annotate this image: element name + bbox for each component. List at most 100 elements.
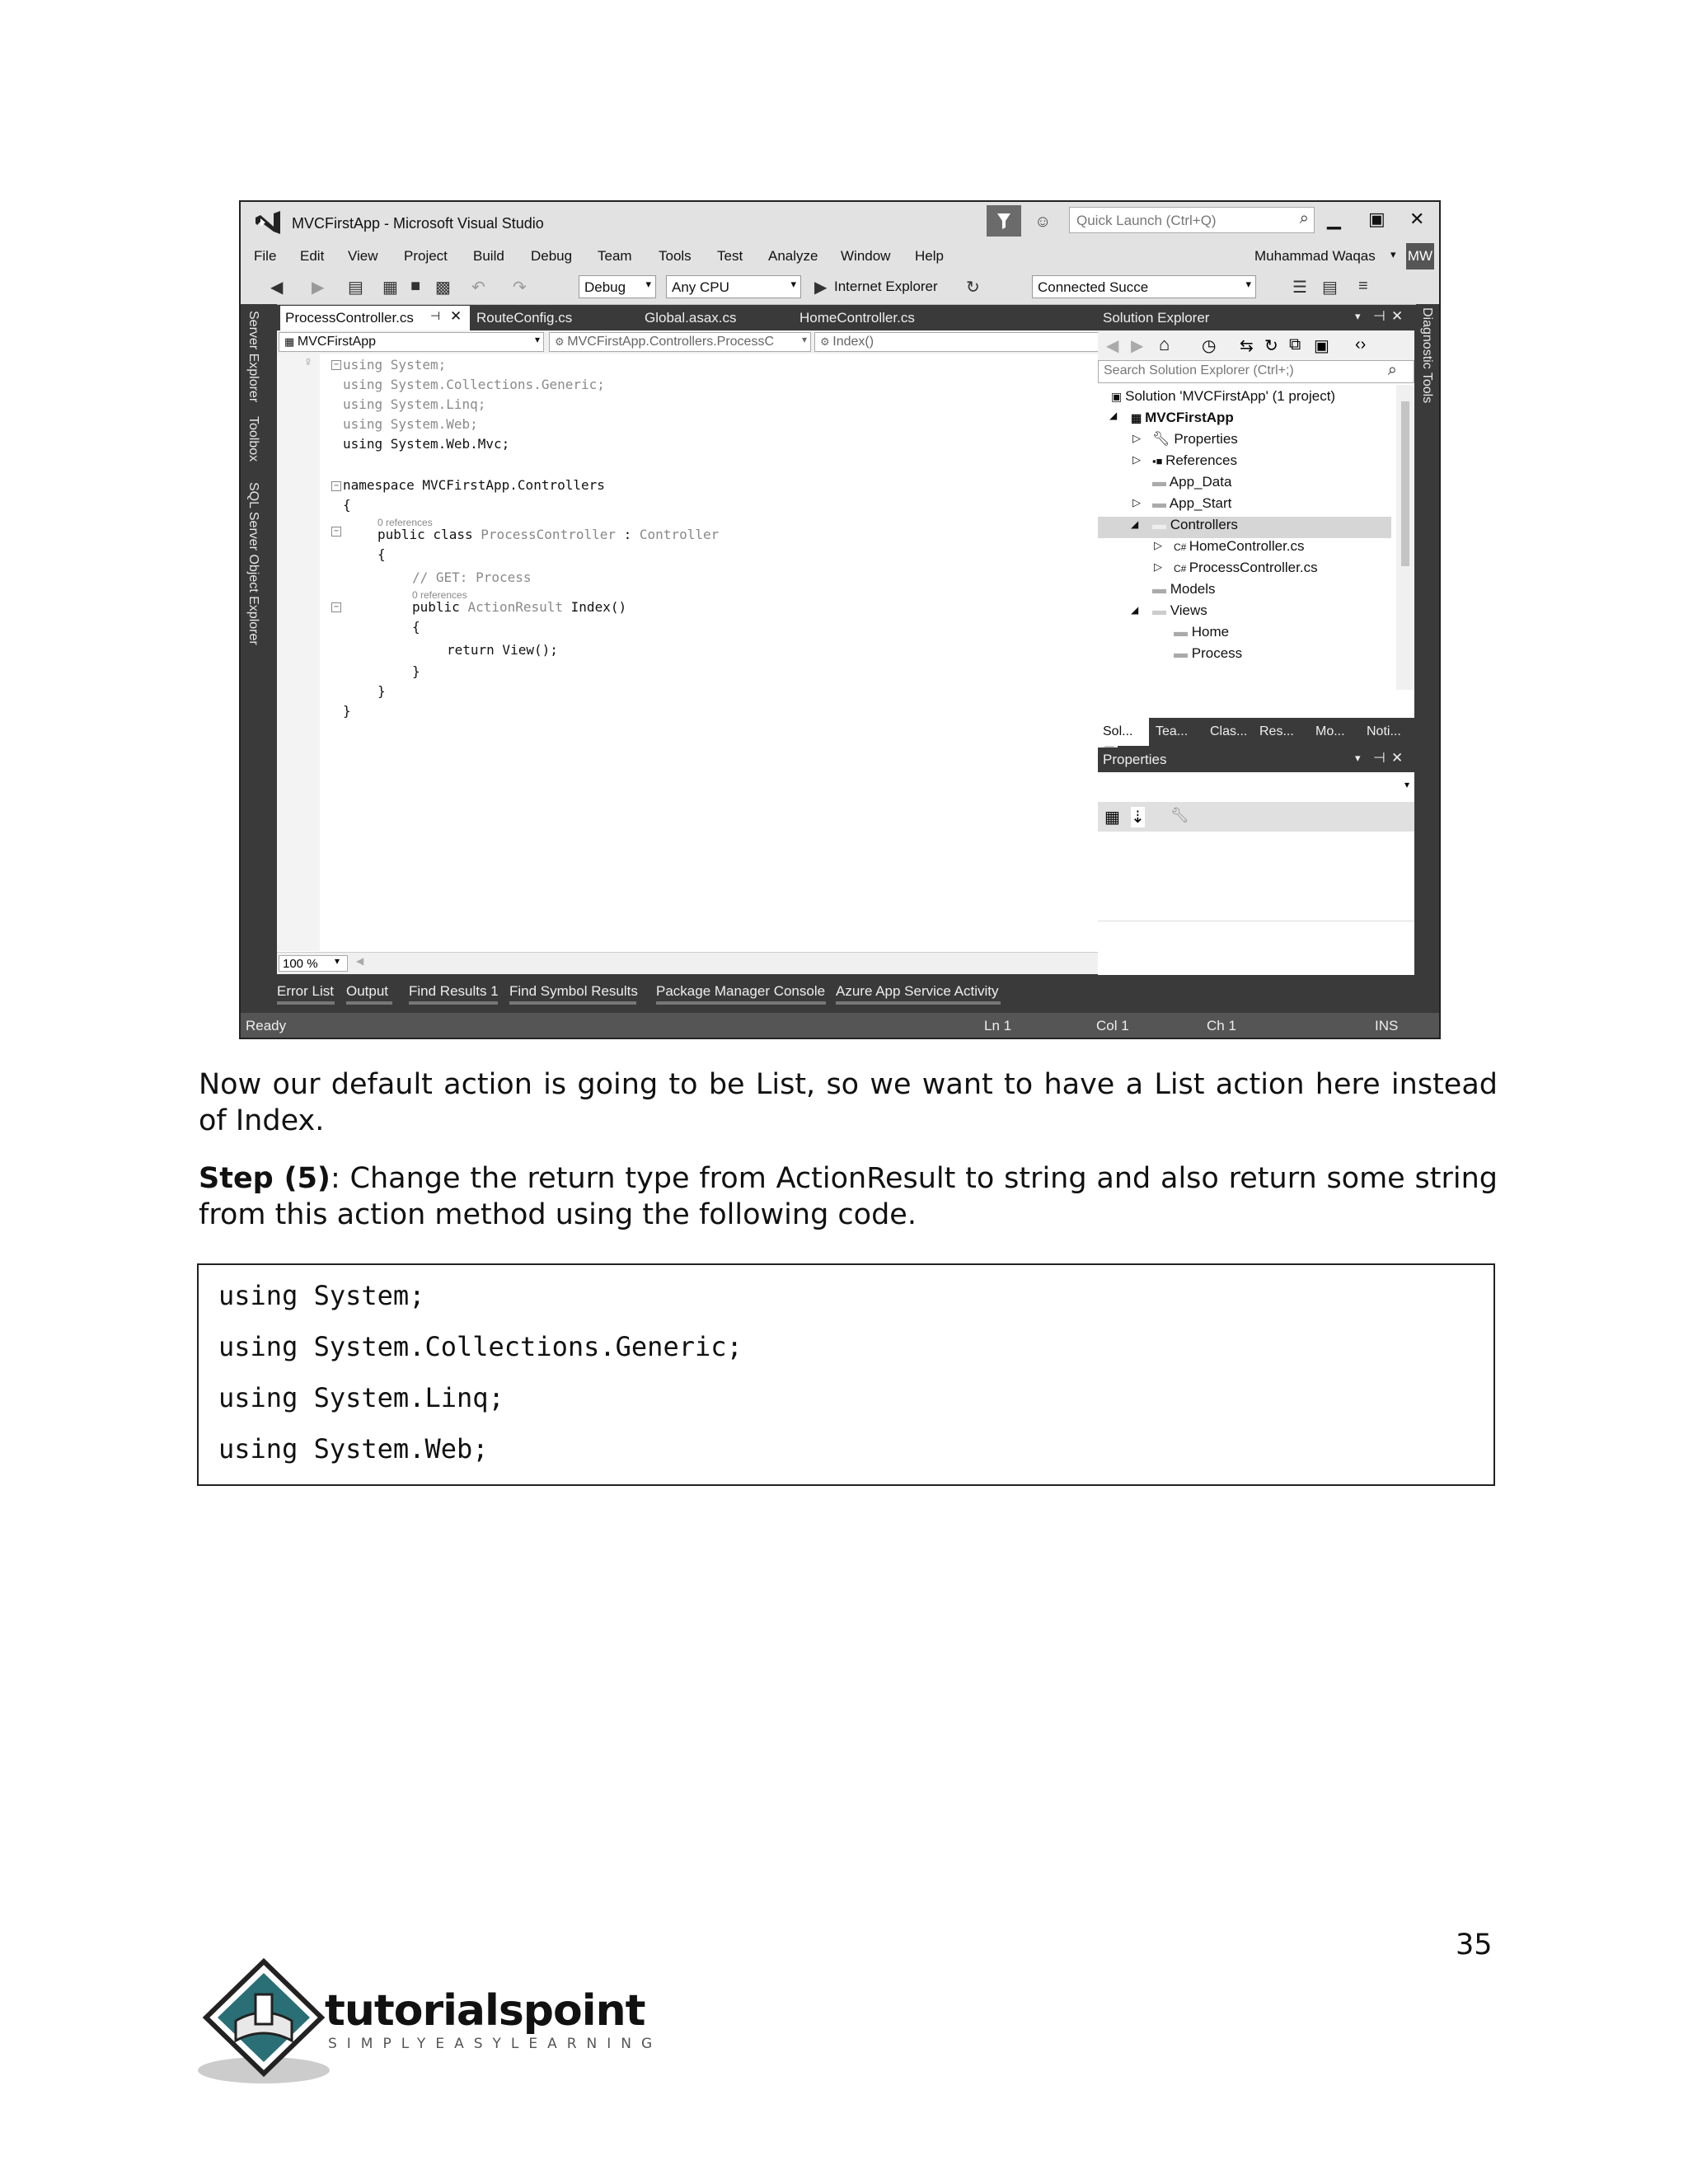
tab-routeconfig[interactable]: RouteConfig.cs <box>471 306 620 330</box>
collapsed-arrow-icon[interactable]: ▷ <box>1132 432 1141 445</box>
tab-solution-explorer[interactable]: Sol... <box>1103 724 1132 739</box>
scroll-left-icon[interactable]: ◀ <box>356 955 363 967</box>
new-project-icon[interactable]: ▤ <box>348 277 363 298</box>
collapse-icon[interactable]: − <box>331 360 341 370</box>
close-icon[interactable]: ✕ <box>450 308 462 325</box>
categorized-icon[interactable]: ▦ <box>1104 807 1120 827</box>
bookmark-icon[interactable]: ▤ <box>1322 277 1338 298</box>
tree-item-properties[interactable]: 🔧︎ Properties <box>1152 431 1238 448</box>
undo-icon[interactable]: ↶ <box>471 277 485 298</box>
collapsed-arrow-icon[interactable]: ▷ <box>1154 560 1162 574</box>
diagnostic-tools-tab[interactable]: Diagnostic Tools <box>1419 307 1434 403</box>
solution-search-input[interactable]: Search Solution Explorer (Ctrl+;) ⌕ <box>1098 360 1414 383</box>
close-icon[interactable]: ✕ <box>1391 750 1403 766</box>
scrollbar-thumb[interactable] <box>1401 401 1409 566</box>
code-editor[interactable]: ♀ − − − − using System; using System.Col… <box>277 354 1118 974</box>
maximize-icon[interactable]: ▣ <box>1368 209 1386 230</box>
tab-model-browser[interactable]: Mo... <box>1315 724 1345 739</box>
start-debugging-icon[interactable]: ▶ <box>814 277 827 298</box>
tree-item-views[interactable]: ▬ Views <box>1152 602 1207 619</box>
refresh-icon[interactable]: ↻ <box>966 277 980 298</box>
collapsed-arrow-icon[interactable]: ▷ <box>1132 453 1141 466</box>
menu-view[interactable]: View <box>348 248 378 265</box>
tab-class-view[interactable]: Clas... <box>1210 724 1247 739</box>
menu-build[interactable]: Build <box>473 248 504 265</box>
forward-icon[interactable]: ▶ <box>312 277 324 298</box>
tree-item-controllers[interactable]: ▬ Controllers <box>1152 517 1238 533</box>
avatar[interactable]: MW <box>1406 243 1434 269</box>
feedback-smiley-icon[interactable]: ☺ <box>1034 213 1051 232</box>
tab-find-results-1[interactable]: Find Results 1 <box>409 983 499 1000</box>
menu-analyze[interactable]: Analyze <box>768 248 818 265</box>
close-icon[interactable]: ✕ <box>1391 308 1403 325</box>
tab-resource-view[interactable]: Res... <box>1259 724 1294 739</box>
history-icon[interactable]: ◷ <box>1202 335 1216 356</box>
tab-package-manager-console[interactable]: Package Manager Console <box>656 983 825 1000</box>
collapsed-arrow-icon[interactable]: ▷ <box>1154 539 1162 552</box>
lightbulb-icon[interactable]: ♀ <box>303 355 313 370</box>
menu-project[interactable]: Project <box>404 248 448 265</box>
menu-edit[interactable]: Edit <box>300 248 324 265</box>
menu-debug[interactable]: Debug <box>531 248 572 265</box>
expanded-arrow-icon[interactable]: ◢ <box>1131 604 1138 616</box>
back-icon[interactable]: ◀ <box>270 277 283 298</box>
member-dropdown[interactable]: ⚙ Index() ▾ <box>814 332 1116 352</box>
menu-team[interactable]: Team <box>598 248 632 265</box>
connection-status-select[interactable]: Connected Succe ▾ <box>1032 275 1256 298</box>
user-dropdown-icon[interactable]: ▾ <box>1390 248 1396 261</box>
collapse-icon[interactable]: − <box>331 527 341 537</box>
tab-processcontroller[interactable]: ProcessController.cs ⊣ ✕ <box>280 306 470 330</box>
quick-launch-input[interactable]: Quick Launch (Ctrl+Q) ⌕ <box>1069 207 1315 233</box>
solution-platform-select[interactable]: Any CPU ▾ <box>666 275 801 298</box>
menu-tools[interactable]: Tools <box>659 248 692 265</box>
tree-item-processcontroller[interactable]: C# ProcessController.cs <box>1174 560 1318 576</box>
chevron-down-icon[interactable]: ▾ <box>1355 310 1361 323</box>
tree-item-process[interactable]: ▬ Process <box>1174 645 1242 662</box>
tree-scrollbar[interactable] <box>1396 385 1414 690</box>
expanded-arrow-icon[interactable]: ◢ <box>1131 518 1138 530</box>
alphabetical-icon[interactable]: ⇣ <box>1131 807 1145 827</box>
tree-item-app-start[interactable]: ▬ App_Start <box>1152 495 1231 512</box>
user-name[interactable]: Muhammad Waqas <box>1254 248 1376 265</box>
tab-homecontroller[interactable]: HomeController.cs <box>780 306 969 330</box>
filter-icon[interactable] <box>987 205 1021 237</box>
open-file-icon[interactable]: ▦ <box>382 277 398 298</box>
sql-server-object-explorer-tab[interactable]: SQL Server Object Explorer <box>246 482 260 645</box>
object-selector[interactable]: ▾ <box>1098 772 1414 803</box>
project-dropdown[interactable]: ▦ MVCFirstApp ▾ <box>279 332 544 352</box>
solution-configuration-select[interactable]: Debug ▾ <box>579 275 656 298</box>
tree-item-home[interactable]: ▬ Home <box>1174 624 1229 640</box>
menu-test[interactable]: Test <box>717 248 743 265</box>
minimize-icon[interactable]: ▁ <box>1327 209 1341 230</box>
forward-icon[interactable]: ▶ <box>1131 335 1143 356</box>
collapse-icon[interactable]: − <box>331 602 341 612</box>
tab-output[interactable]: Output <box>346 983 388 1000</box>
chevron-down-icon[interactable]: ▾ <box>335 955 340 967</box>
tree-item-app-data[interactable]: ▬ App_Data <box>1152 474 1231 490</box>
back-icon[interactable]: ◀ <box>1106 335 1118 356</box>
save-icon[interactable]: ■ <box>410 277 420 296</box>
class-dropdown[interactable]: ⚙ MVCFirstApp.Controllers.ProcessC ▾ <box>549 332 811 352</box>
collapsed-arrow-icon[interactable]: ▷ <box>1132 496 1141 509</box>
pin-icon[interactable]: ⊣ <box>430 309 440 323</box>
menu-window[interactable]: Window <box>841 248 890 265</box>
home-icon[interactable]: ⌂ <box>1159 334 1170 355</box>
show-all-files-icon[interactable]: ▣ <box>1314 335 1329 356</box>
tree-item-homecontroller[interactable]: C# HomeController.cs <box>1174 538 1305 555</box>
server-explorer-tab[interactable]: Server Explorer <box>246 311 260 402</box>
collapse-icon[interactable]: − <box>331 481 341 491</box>
tab-azure-app-service-activity[interactable]: Azure App Service Activity <box>836 983 998 1000</box>
pin-icon[interactable]: ⊣ <box>1373 308 1386 325</box>
indent-icon[interactable]: ≡ <box>1358 277 1368 296</box>
toolbox-tab[interactable]: Toolbox <box>246 416 260 462</box>
tree-item-solution[interactable]: ▣ Solution 'MVCFirstApp' (1 project) <box>1111 388 1335 405</box>
collapse-all-icon[interactable]: ⧉ <box>1289 335 1301 354</box>
browser-run-button[interactable]: Internet Explorer <box>834 279 938 295</box>
menu-help[interactable]: Help <box>915 248 944 265</box>
close-icon[interactable]: ✕ <box>1409 209 1424 230</box>
tab-find-symbol-results[interactable]: Find Symbol Results <box>509 983 638 1000</box>
chevron-down-icon[interactable]: ▾ <box>1355 752 1361 765</box>
tab-global-asax[interactable]: Global.asax.cs <box>625 306 781 330</box>
tree-item-models[interactable]: ▬ Models <box>1152 581 1216 598</box>
expanded-arrow-icon[interactable]: ◢ <box>1109 410 1117 421</box>
